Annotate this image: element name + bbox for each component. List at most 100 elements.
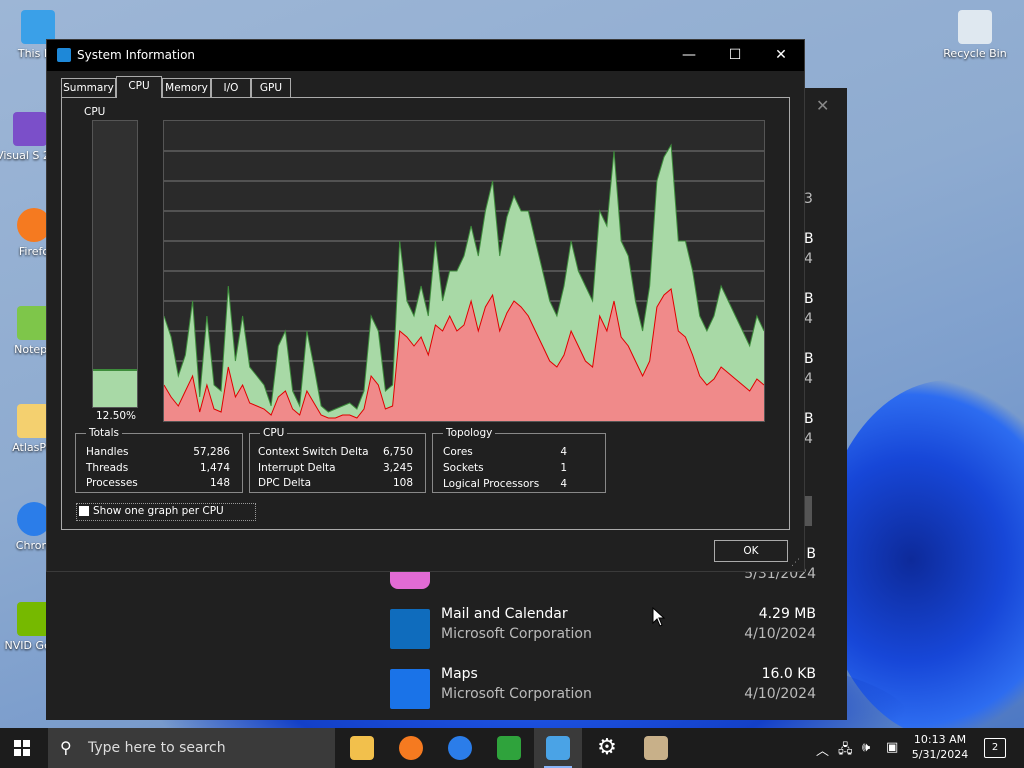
- row-value: 148: [209, 477, 230, 489]
- tab-io[interactable]: I/O: [211, 78, 251, 97]
- row-label: Cores: [443, 446, 473, 458]
- notification-icon[interactable]: 2: [984, 738, 1006, 758]
- truncated-text: 4: [804, 251, 813, 267]
- row-label: Context Switch Delta: [258, 446, 369, 458]
- truncated-text: B: [804, 231, 814, 247]
- system-info-icon: [546, 736, 570, 760]
- row-label: DPC Delta: [258, 477, 312, 489]
- row-value: 4: [560, 446, 567, 458]
- ok-button[interactable]: OK: [714, 540, 788, 562]
- mouse-cursor-icon: [652, 607, 666, 627]
- cpu-usage-meter: [92, 120, 138, 408]
- taskbar-system-information[interactable]: [534, 728, 582, 768]
- truncated-text: 4: [804, 431, 813, 447]
- maximize-button[interactable]: ☐: [712, 40, 758, 71]
- app-size: 16.0 KB: [761, 666, 816, 682]
- volume-icon[interactable]: 🕪: [862, 740, 870, 755]
- row-value: 57,286: [193, 446, 230, 458]
- wallpaper-swirl: [820, 380, 1024, 728]
- search-icon: ⚲: [60, 738, 72, 757]
- row-label: Processes: [86, 477, 138, 489]
- app-size: 4.29 MB: [758, 606, 816, 622]
- taskbar-app-green[interactable]: [485, 728, 533, 768]
- system-info-icon: [57, 48, 71, 62]
- group-title: CPU: [260, 427, 288, 439]
- maps-icon: [390, 669, 430, 709]
- taskbar-settings[interactable]: ⚙: [583, 728, 631, 768]
- file-explorer-icon: [350, 736, 374, 760]
- windows-start-icon[interactable]: [14, 740, 30, 756]
- package-icon: [644, 736, 668, 760]
- gear-icon: ⚙: [597, 735, 617, 760]
- row-label: Sockets: [443, 462, 484, 474]
- app-date: 4/10/2024: [744, 626, 816, 642]
- tab-summary[interactable]: Summary: [61, 78, 116, 97]
- row-value: 1,474: [199, 462, 230, 474]
- cpu-history-chart: [163, 143, 765, 421]
- row-value: 3,245: [382, 462, 413, 474]
- monitor-icon: [21, 10, 55, 44]
- row-label: Logical Processors: [443, 478, 540, 490]
- bar-chart-icon: [497, 736, 521, 760]
- cpu-label: CPU: [84, 106, 106, 118]
- list-item[interactable]: Mail and Calendar Microsoft Corporation …: [390, 604, 830, 654]
- truncated-text: 3: [804, 191, 813, 207]
- cpu-group: CPU Context Switch Delta 6,750 Interrupt…: [249, 427, 426, 493]
- resize-grip-icon[interactable]: ⋰: [791, 558, 801, 568]
- search-placeholder: Type here to search: [88, 740, 226, 756]
- display-icon[interactable]: ▣: [886, 740, 898, 755]
- row-label: Threads: [86, 462, 129, 474]
- close-button[interactable]: ✕: [758, 40, 804, 71]
- visual-studio-icon: [13, 112, 47, 146]
- app-publisher: Microsoft Corporation: [441, 626, 592, 642]
- tab-gpu[interactable]: GPU: [251, 78, 291, 97]
- tab-memory[interactable]: Memory: [162, 78, 211, 97]
- app-date: 4/10/2024: [744, 686, 816, 702]
- taskbar-chrome[interactable]: [436, 728, 484, 768]
- app-publisher: Microsoft Corporation: [441, 686, 592, 702]
- taskbar-app-box[interactable]: [632, 728, 680, 768]
- taskbar-file-explorer[interactable]: [338, 728, 386, 768]
- close-icon[interactable]: ✕: [816, 96, 829, 115]
- tab-cpu[interactable]: CPU: [116, 76, 162, 98]
- title-bar[interactable]: System Information — ☐ ✕: [47, 40, 804, 71]
- cpu-usage-percent: 12.50%: [96, 410, 137, 422]
- cpu-history-graph: [163, 120, 765, 422]
- recycle-bin-icon: [958, 10, 992, 44]
- row-label: Interrupt Delta: [258, 462, 336, 474]
- taskbar: ⚲ Type here to search ⚙ ︿ 🖧 🕪 ▣ 10:13 AM…: [0, 728, 1024, 768]
- row-value: 1: [560, 462, 567, 474]
- minimize-button[interactable]: —: [666, 40, 712, 71]
- cpu-usage-fill: [93, 369, 137, 407]
- clock-time: 10:13 AM: [913, 733, 967, 746]
- topology-group: Topology Cores 4 Sockets 1 Logical Proce…: [432, 427, 606, 493]
- clock[interactable]: 10:13 AM 5/31/2024: [908, 732, 972, 762]
- taskbar-firefox[interactable]: [387, 728, 435, 768]
- row-label: Handles: [86, 446, 129, 458]
- app-name: Maps: [441, 666, 478, 682]
- group-title: Topology: [443, 427, 496, 439]
- clock-date: 5/31/2024: [911, 748, 969, 761]
- checkbox-box[interactable]: [79, 506, 89, 516]
- search-box[interactable]: ⚲ Type here to search: [48, 728, 335, 768]
- truncated-text: 4: [804, 371, 813, 387]
- row-value: 108: [392, 477, 413, 489]
- group-title: Totals: [86, 427, 122, 439]
- truncated-text: B: [804, 351, 814, 367]
- cpu-panel: CPU 12.50% Totals Handles 57,286 Threads…: [61, 97, 790, 530]
- firefox-icon: [399, 736, 423, 760]
- chevron-up-icon[interactable]: ︿: [816, 740, 829, 759]
- network-icon[interactable]: 🖧: [838, 740, 853, 762]
- truncated-text: B: [804, 411, 814, 427]
- scrollbar-thumb[interactable]: [804, 496, 812, 526]
- system-information-dialog: System Information — ☐ ✕ Summary CPU Mem…: [47, 40, 804, 571]
- app-size: B: [806, 546, 816, 562]
- row-value: 4: [560, 478, 567, 490]
- row-value: 6,750: [382, 446, 413, 458]
- truncated-text: B: [804, 291, 814, 307]
- window-title: System Information: [77, 48, 196, 62]
- one-graph-per-cpu-checkbox[interactable]: Show one graph per CPU: [76, 503, 256, 521]
- list-item[interactable]: Maps Microsoft Corporation 16.0 KB 4/10/…: [390, 664, 830, 714]
- app-name: Mail and Calendar: [441, 606, 568, 622]
- desktop-icon-recycle-bin[interactable]: Recycle Bin: [937, 10, 1013, 60]
